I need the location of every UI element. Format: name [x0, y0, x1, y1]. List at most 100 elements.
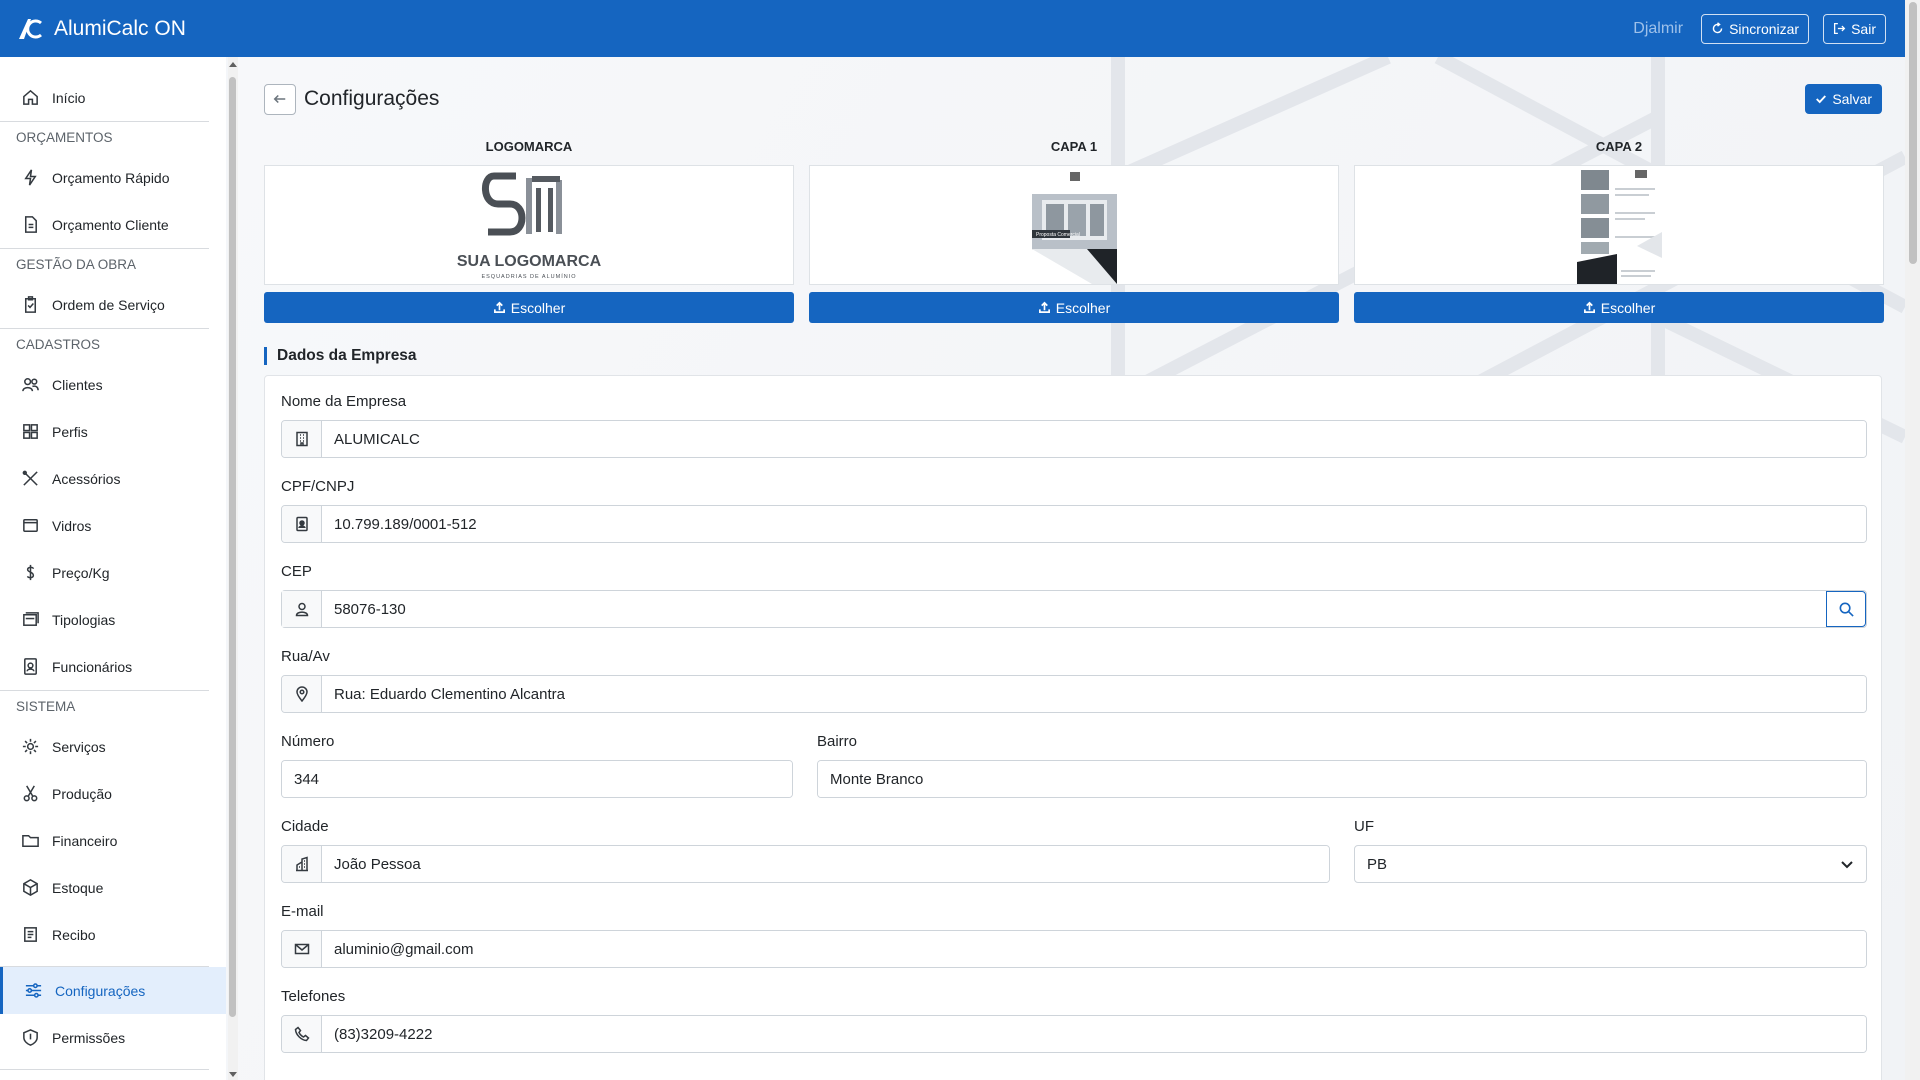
home-icon [23, 89, 38, 105]
sidebar-item-orcamento-cliente[interactable]: Orçamento Cliente [0, 201, 226, 248]
tools-icon [22, 470, 38, 486]
map-pin-icon [282, 676, 322, 712]
capa2-title: CAPA 2 [1595, 139, 1643, 154]
company-form-card: Nome da Empresa CPF/CNPJ CEP [264, 375, 1882, 1080]
uf-label: UF [1354, 818, 1374, 835]
box-icon [23, 879, 38, 896]
logo-upload: LOGOMARCA SUA LOGOMARCA ESQUADRIAS DE AL… [264, 137, 794, 323]
bairro-input[interactable] [818, 761, 1866, 797]
cnpj-input[interactable] [322, 506, 1866, 542]
sync-button[interactable]: Sincronizar [1701, 13, 1810, 44]
id-card-icon [282, 506, 322, 542]
field-cep: CEP [281, 562, 1867, 628]
cep-input[interactable] [322, 591, 1826, 627]
email-input[interactable] [322, 931, 1866, 967]
phone-icon [282, 1016, 322, 1052]
field-bairro: Bairro [817, 732, 1867, 798]
sidebar-item-configuracoes[interactable]: Configurações [0, 967, 226, 1014]
field-numero: Número [281, 732, 793, 798]
nome-empresa-label: Nome da Empresa [281, 393, 407, 410]
section-gestao: GESTÃO DA OBRA [16, 257, 137, 272]
capa1-preview[interactable]: Proposta Comercial [809, 165, 1339, 285]
sidebar-item-orcamento-rapido[interactable]: Orçamento Rápido [0, 154, 226, 201]
capa2-preview[interactable] [1354, 165, 1884, 285]
exit-button[interactable]: Sair [1823, 13, 1886, 44]
logout-icon [1834, 22, 1846, 35]
divider [0, 1069, 209, 1070]
app-logo-icon [19, 18, 42, 39]
cep-search-button[interactable] [1826, 591, 1866, 627]
scissors-icon [23, 785, 38, 802]
save-button[interactable]: Salvar [1805, 84, 1882, 114]
sidebar-item-inicio[interactable]: Início [0, 74, 226, 121]
field-telefones: Telefones [281, 987, 1867, 1053]
scroll-up-icon[interactable] [229, 62, 237, 67]
sidebar-item-permissoes[interactable]: Permissões [0, 1014, 226, 1061]
section-cadastros: CADASTROS [16, 337, 101, 352]
rua-input[interactable] [322, 676, 1866, 712]
page-header: Configurações Salvar [264, 83, 1882, 115]
city-icon [282, 846, 322, 882]
cep-label: CEP [281, 563, 312, 580]
choose-logo-button[interactable]: Escolher [264, 292, 794, 323]
sidebar-item-tipologias[interactable]: Tipologias [0, 596, 226, 643]
user-name: Djalmir [1633, 19, 1684, 37]
main-content: Configurações Salvar LOGOMARCA SUA LOGOM… [238, 57, 1905, 1080]
sidebar-item-producao[interactable]: Produção [0, 770, 226, 817]
choose-capa2-button[interactable]: Escolher [1354, 292, 1884, 323]
sidebar-item-ordem-servico[interactable]: Ordem de Serviço [0, 281, 226, 328]
id-badge-icon [24, 658, 37, 675]
capa1-upload: CAPA 1 Proposta Comercial Escolher [809, 137, 1339, 323]
sidebar-item-estoque[interactable]: Estoque [0, 864, 226, 911]
capa1-image: Proposta Comercial [1031, 166, 1117, 284]
uf-selected-value: PB [1367, 855, 1388, 873]
sidebar-item-preco-kg[interactable]: Preço/Kg [0, 549, 226, 596]
upload-icon [1038, 301, 1050, 313]
check-icon [1816, 95, 1827, 104]
sidebar-item-clientes[interactable]: Clientes [0, 361, 226, 408]
section-title-dados-empresa: Dados da Empresa [264, 347, 417, 365]
sidebar-item-perfis[interactable]: Perfis [0, 408, 226, 455]
arrow-left-icon [273, 94, 286, 104]
email-label: E-mail [281, 903, 324, 920]
numero-input[interactable] [282, 761, 792, 797]
brand[interactable]: AlumiCalc ON [16, 15, 186, 43]
uf-select[interactable]: PB [1354, 845, 1867, 883]
document-icon [24, 216, 37, 233]
scroll-down-icon[interactable] [229, 1072, 237, 1077]
window-icon [23, 519, 38, 532]
upload-icon [1583, 301, 1595, 313]
capa2-upload: CAPA 2 Escolher [1354, 137, 1884, 323]
app-title: AlumiCalc ON [54, 16, 186, 40]
sliders-icon [25, 983, 42, 998]
bairro-label: Bairro [817, 733, 858, 750]
rua-label: Rua/Av [281, 648, 330, 665]
search-icon [1839, 602, 1854, 617]
page-scrollbar-thumb[interactable] [1909, 2, 1917, 264]
field-email: E-mail [281, 902, 1867, 968]
sidebar-item-servicos[interactable]: Serviços [0, 723, 226, 770]
telefones-input[interactable] [322, 1016, 1866, 1052]
logo-subtext: ESQUADRIAS DE ALUMÍNIO [481, 273, 576, 280]
field-cidade: Cidade [281, 817, 1330, 883]
person-icon [282, 591, 322, 627]
sidebar-item-recibo[interactable]: Recibo [0, 911, 226, 958]
envelope-icon [282, 931, 322, 967]
sidebar-item-acessorios[interactable]: Acessórios [0, 455, 226, 502]
choose-capa1-button[interactable]: Escolher [809, 292, 1339, 323]
refresh-icon [1712, 22, 1723, 34]
sidebar-item-financeiro[interactable]: Financeiro [0, 817, 226, 864]
receipt-icon [24, 927, 37, 942]
nome-empresa-input[interactable] [322, 421, 1866, 457]
logo-preview[interactable]: SUA LOGOMARCA ESQUADRIAS DE ALUMÍNIO [264, 165, 794, 285]
cidade-input[interactable] [322, 846, 1329, 882]
sidebar-item-vidros[interactable]: Vidros [0, 502, 226, 549]
field-cnpj: CPF/CNPJ [281, 477, 1867, 543]
top-navbar: AlumiCalc ON Djalmir Sincronizar Sair [0, 0, 1920, 57]
shield-icon [23, 1029, 38, 1046]
upload-icon [493, 301, 505, 313]
sidebar-item-funcionarios[interactable]: Funcionários [0, 643, 226, 690]
logo-text: SUA LOGOMARCA [457, 253, 602, 270]
sidebar-scrollbar-thumb[interactable] [229, 77, 236, 1017]
back-button[interactable] [264, 83, 296, 115]
